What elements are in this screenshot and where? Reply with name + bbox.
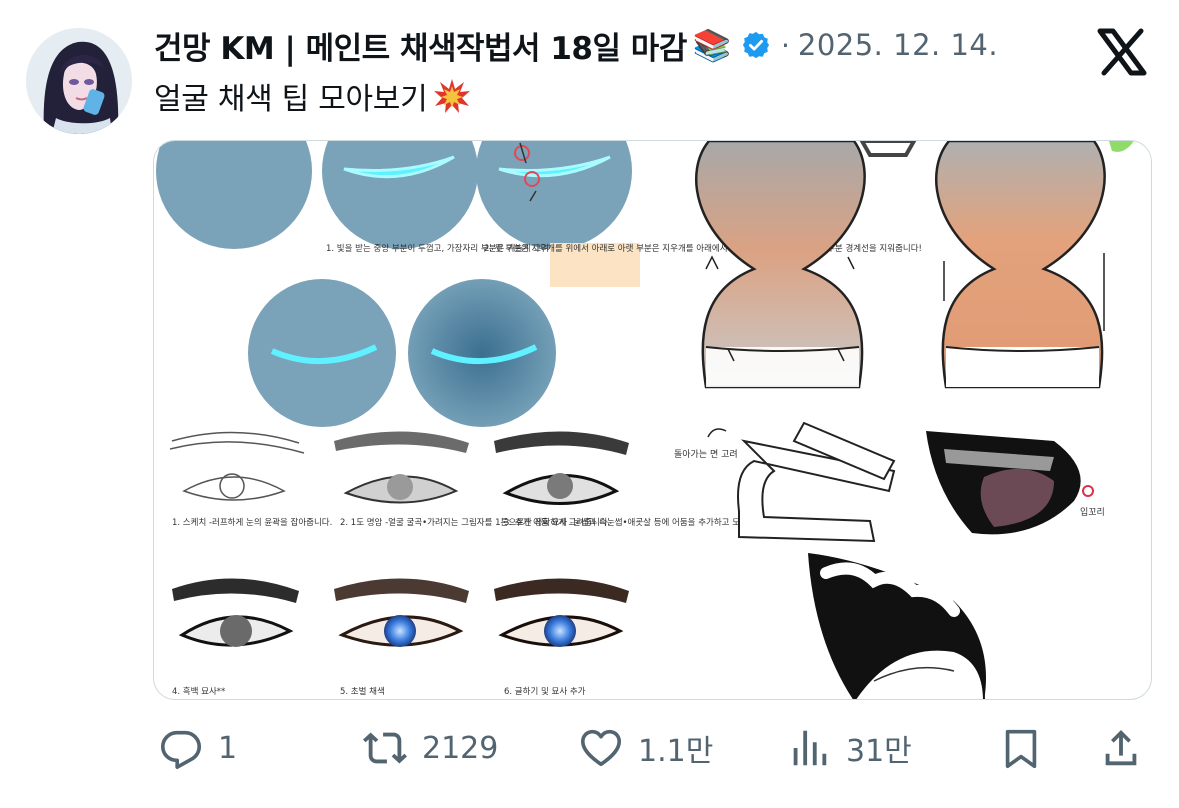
reply-count: 1	[218, 730, 238, 766]
lip-shape-2	[935, 141, 1106, 389]
retweet-button[interactable]: 2129	[362, 716, 498, 780]
heart-icon	[580, 729, 622, 767]
blue-circle-3	[476, 141, 632, 249]
svg-text:5. 초벌 채색: 5. 초벌 채색	[340, 686, 385, 697]
avatar[interactable]	[26, 28, 132, 134]
views-count: 31만	[846, 734, 912, 769]
collision-emoji-icon	[434, 79, 471, 113]
eye-step-text-top: 1. 스케치 -러프하게 눈의 윤곽을 잡아줍니다. 2. 1도 명암 -얼굴 …	[172, 517, 800, 528]
like-count: 1.1만	[638, 734, 714, 769]
svg-text:돌아가는 면 고려: 돌아가는 면 고려	[674, 449, 738, 460]
eye-step-text-bottom: 4. 흑백 묘사** 5. 초벌 채색 6. 글하기 및 묘사 추가	[172, 686, 586, 697]
eye-sketch-2	[334, 431, 469, 504]
eye-painted-3	[494, 578, 629, 647]
blue-circle-5	[408, 279, 556, 427]
tweet-header: 건망 KM | 메인트 채색작법서 18일 마감 📚 · 2025. 12. 1…	[154, 22, 1054, 68]
eye-sketch-1	[169, 431, 305, 501]
mouth-corner-diagram: 입꼬리	[926, 431, 1105, 535]
svg-text:1. 스케치 -러프하게 눈의 윤곽을 잡아줍니다.: 1. 스케치 -러프하게 눈의 윤곽을 잡아줍니다.	[172, 517, 332, 528]
tweet-body: 얼굴 채색 팁 모아보기	[154, 82, 428, 117]
blue-circle-2	[322, 141, 478, 249]
reply-button[interactable]: 1	[158, 716, 237, 780]
tweet-media-image[interactable]: 1. 빛을 받는 중앙 부분이 두껍고, 가장자리 부분은 가늘게 그려줍니다.…	[153, 140, 1152, 700]
views-icon	[793, 730, 827, 766]
like-button[interactable]: 1.1만	[578, 716, 713, 780]
x-logo-icon[interactable]	[1096, 28, 1148, 76]
retweet-icon	[362, 732, 408, 764]
author-name[interactable]: 건망 KM | 메인트 채색작법서 18일 마감	[154, 23, 687, 68]
share-icon	[1105, 729, 1137, 766]
big-mouth-drawing	[808, 553, 986, 699]
separator-dot: ·	[780, 28, 790, 62]
svg-text:2. 윗 부분은 지우개를 위에서 아래로 아랫 부분은 지: 2. 윗 부분은 지우개를 위에서 아래로 아랫 부분은 지우개를 아래에서 위…	[484, 243, 922, 254]
tweet-text: 얼굴 채색 팁 모아보기	[154, 74, 471, 118]
svg-text:4. 흑백 묘사**: 4. 흑백 묘사**	[172, 686, 225, 697]
svg-text:입꼬리: 입꼬리	[1080, 506, 1105, 518]
tweet-date[interactable]: 2025. 12. 14.	[798, 28, 998, 62]
reply-icon	[160, 730, 202, 769]
svg-text:6. 글하기 및 묘사 추가: 6. 글하기 및 묘사 추가	[504, 686, 586, 697]
eye-painted-1	[172, 578, 299, 647]
blue-step-text-2: 2. 윗 부분은 지우개를 위에서 아래로 아랫 부분은 지우개를 아래에서 위…	[484, 243, 922, 287]
action-bar: 1 2129 1.1만 31만	[0, 716, 1179, 780]
eye-sketch-3	[494, 431, 629, 505]
eye-painted-2	[334, 578, 469, 647]
blue-circle-1	[156, 141, 312, 249]
bookmark-icon	[1005, 729, 1037, 769]
bookmark-button[interactable]	[998, 716, 1044, 780]
share-button[interactable]	[1098, 716, 1144, 780]
books-emoji: 📚	[692, 27, 732, 64]
views-button[interactable]: 31만	[786, 716, 912, 780]
retweet-count: 2129	[422, 730, 499, 766]
verified-badge-icon	[742, 31, 770, 59]
lip-shape-1	[695, 141, 866, 389]
blue-circle-4	[248, 279, 396, 427]
